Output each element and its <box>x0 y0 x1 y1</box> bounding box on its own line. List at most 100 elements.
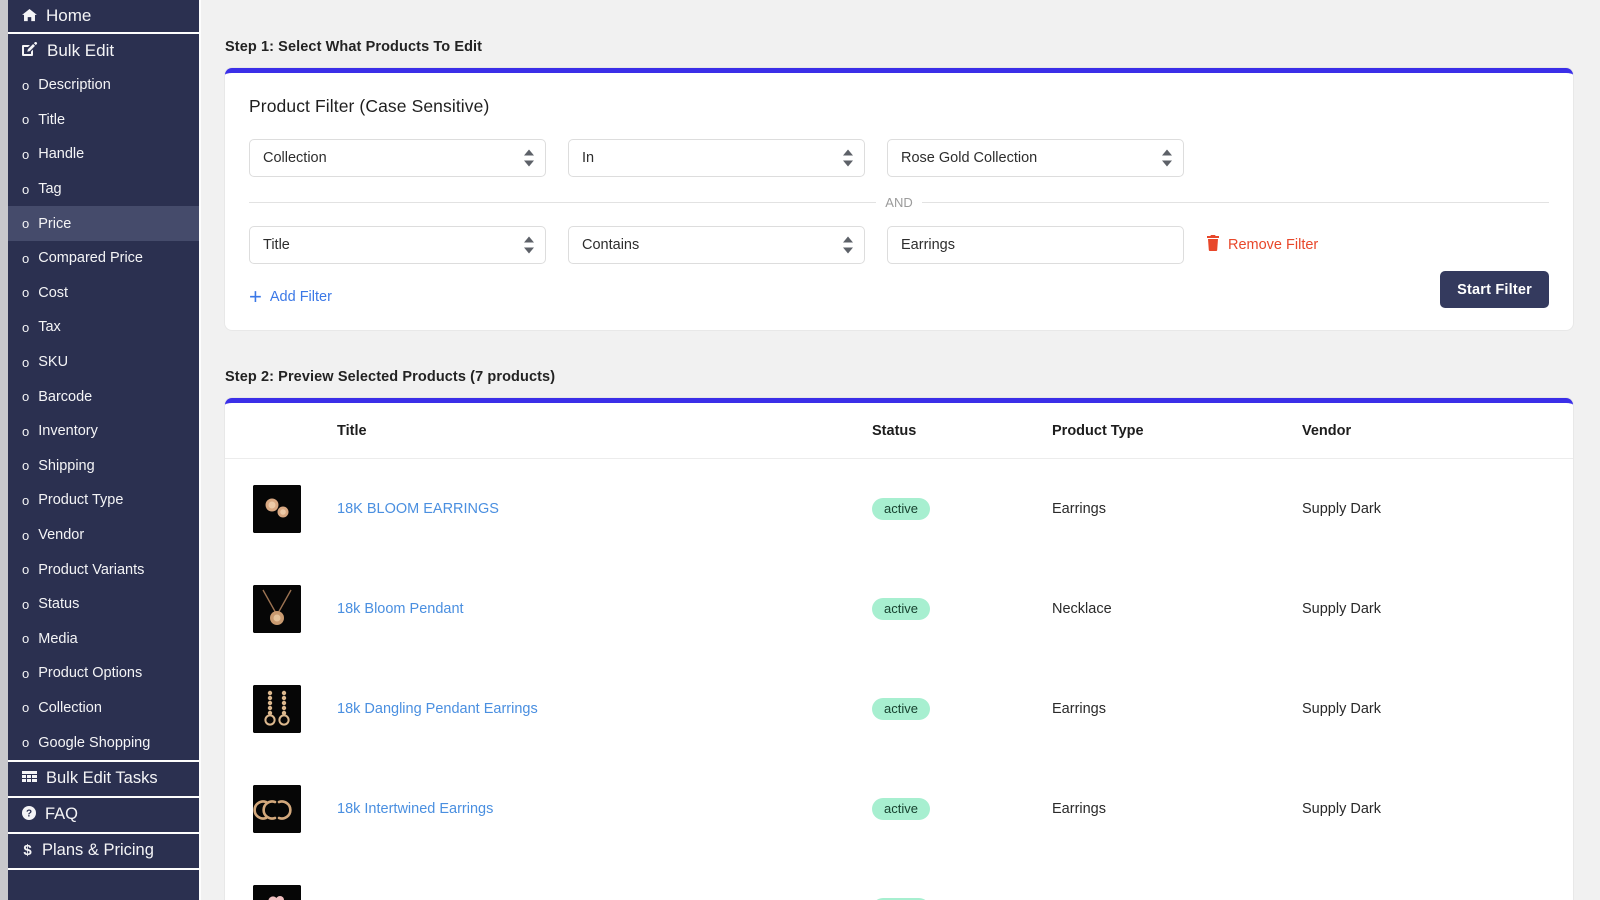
start-filter-button[interactable]: Start Filter <box>1440 271 1549 308</box>
grid-table-icon <box>22 771 37 788</box>
bullet-icon: o <box>22 458 29 473</box>
product-filter-card: Product Filter (Case Sensitive) Collecti… <box>225 68 1573 330</box>
sidebar-item-price[interactable]: oPrice <box>0 206 199 241</box>
sidebar-tasks-label: Bulk Edit Tasks <box>46 769 158 788</box>
sidebar-item-label: Collection <box>38 700 102 716</box>
sidebar-item-sku[interactable]: oSKU <box>0 345 199 380</box>
sidebar-item-label: Cost <box>38 285 68 301</box>
sidebar-item-product-options[interactable]: oProduct Options <box>0 656 199 691</box>
sidebar-item-product-variants[interactable]: oProduct Variants <box>0 552 199 587</box>
product-thumbnail-flower-ring <box>253 885 301 900</box>
product-title-link[interactable]: 18k Dangling Pendant Earrings <box>337 701 538 717</box>
column-header-product-type[interactable]: Product Type <box>1052 403 1302 459</box>
sidebar-item-description[interactable]: oDescription <box>0 68 199 103</box>
filter-field-select-1[interactable]: Collection <box>249 139 546 177</box>
sidebar-bulk-edit-label: Bulk Edit <box>47 41 114 61</box>
filter-operator-select-2[interactable]: Contains <box>568 226 865 264</box>
product-thumbnail-cell <box>225 659 337 759</box>
products-preview-card: Title Status Product Type Vendor 18K BLO… <box>225 398 1573 900</box>
product-thumbnail-cell <box>225 559 337 659</box>
and-line-right <box>922 202 1549 203</box>
table-row[interactable]: 18k Bloom PendantactiveNecklaceSupply Da… <box>225 559 1573 659</box>
chevron-updown-icon <box>843 150 853 167</box>
status-badge: active <box>872 698 930 720</box>
sidebar-item-plans-pricing[interactable]: $ Plans & Pricing <box>0 832 199 868</box>
filter-value-select-1[interactable]: Rose Gold Collection <box>887 139 1184 177</box>
main-content: Step 1: Select What Products To Edit Pro… <box>201 0 1600 900</box>
sidebar-faq-label: FAQ <box>45 805 78 824</box>
filter-operator-select-1[interactable]: In <box>568 139 865 177</box>
sidebar-plans-label: Plans & Pricing <box>42 841 154 860</box>
sidebar-item-collection[interactable]: o Collection <box>0 691 199 726</box>
sidebar-item-label: Handle <box>38 146 84 162</box>
column-header-vendor[interactable]: Vendor <box>1302 403 1573 459</box>
sidebar-item-label: SKU <box>38 354 68 370</box>
bullet-icon: o <box>22 493 29 508</box>
sidebar-item-tax[interactable]: oTax <box>0 310 199 345</box>
step2-heading: Step 2: Preview Selected Products (7 pro… <box>225 369 1573 385</box>
sidebar-item-shipping[interactable]: oShipping <box>0 449 199 484</box>
product-title-link[interactable]: 18k Intertwined Earrings <box>337 801 493 817</box>
sidebar-item-barcode[interactable]: oBarcode <box>0 379 199 414</box>
sidebar-item-media[interactable]: oMedia <box>0 622 199 657</box>
product-vendor-cell: Supply Dark <box>1302 459 1573 560</box>
filter-field-select-2[interactable]: Title <box>249 226 546 264</box>
add-filter-button[interactable]: + Add Filter <box>249 286 332 308</box>
product-title-cell: 18k Pedal Ring <box>337 859 872 900</box>
sidebar-item-bulk-edit[interactable]: Bulk Edit <box>0 34 199 68</box>
sidebar-item-status[interactable]: oStatus <box>0 587 199 622</box>
sidebar-item-faq[interactable]: ? FAQ <box>0 796 199 832</box>
table-row[interactable]: 18k Intertwined EarringsactiveEarringsSu… <box>225 759 1573 859</box>
bullet-icon: o <box>22 562 29 577</box>
product-title-link[interactable]: 18K BLOOM EARRINGS <box>337 501 499 517</box>
product-vendor-cell: Supply Dark <box>1302 759 1573 859</box>
bullet-icon: o <box>22 597 29 612</box>
sidebar-item-google-shopping[interactable]: o Google Shopping <box>0 725 199 760</box>
sidebar-item-cost[interactable]: o Cost <box>0 276 199 311</box>
sidebar-item-vendor[interactable]: oVendor <box>0 518 199 553</box>
filter-row-2: Title Contains Remove Filter <box>249 226 1549 264</box>
edit-pencil-icon <box>22 42 38 59</box>
bullet-icon: o <box>22 285 29 300</box>
sidebar-home-label: Home <box>46 6 91 26</box>
sidebar-item-label: Description <box>38 77 111 93</box>
bullet-icon: o <box>22 700 29 715</box>
product-title-link[interactable]: 18k Bloom Pendant <box>337 601 464 617</box>
product-thumbnail-cell <box>225 759 337 859</box>
table-row[interactable]: 18k Pedal RingactiveRingsSupply Dark <box>225 859 1573 900</box>
remove-filter-button[interactable]: Remove Filter <box>1206 235 1318 255</box>
sidebar-item-label: Tag <box>38 181 61 197</box>
status-badge: active <box>872 798 930 820</box>
sidebar-item-handle[interactable]: oHandle <box>0 137 199 172</box>
sidebar-item-tag[interactable]: oTag <box>0 172 199 207</box>
sidebar-item-label: Product Options <box>38 665 142 681</box>
sidebar-item-label: Vendor <box>38 527 84 543</box>
sidebar-item-label: Compared Price <box>38 250 143 266</box>
bullet-icon: o <box>22 216 29 231</box>
and-line-left <box>249 202 876 203</box>
column-header-title[interactable]: Title <box>337 403 872 459</box>
sidebar-item-title[interactable]: oTitle <box>0 103 199 138</box>
product-vendor-cell: Supply Dark <box>1302 859 1573 900</box>
window-left-gutter <box>0 0 8 900</box>
bullet-icon: o <box>22 735 29 750</box>
table-row[interactable]: 18k Dangling Pendant EarringsactiveEarri… <box>225 659 1573 759</box>
trash-icon <box>1206 235 1220 255</box>
filter-value-input-2[interactable] <box>887 226 1184 264</box>
bullet-icon: o <box>22 112 29 127</box>
column-header-status[interactable]: Status <box>872 403 1052 459</box>
sidebar-item-product-type[interactable]: oProduct Type <box>0 483 199 518</box>
and-label: AND <box>876 195 921 210</box>
product-status-cell: active <box>872 759 1052 859</box>
step1-heading: Step 1: Select What Products To Edit <box>225 39 1573 55</box>
sidebar-item-inventory[interactable]: oInventory <box>0 414 199 449</box>
table-row[interactable]: 18K BLOOM EARRINGSactiveEarringsSupply D… <box>225 459 1573 560</box>
sidebar-item-label: Google Shopping <box>38 735 150 751</box>
sidebar-item-bulk-edit-tasks[interactable]: Bulk Edit Tasks <box>0 760 199 796</box>
product-status-cell: active <box>872 859 1052 900</box>
filter-operator-value-2: Contains <box>582 237 639 253</box>
sidebar-item-label: Inventory <box>38 423 98 439</box>
sidebar-item-home[interactable]: Home <box>0 0 199 34</box>
sidebar-item-compared-price[interactable]: oCompared Price <box>0 241 199 276</box>
bullet-icon: o <box>22 631 29 646</box>
